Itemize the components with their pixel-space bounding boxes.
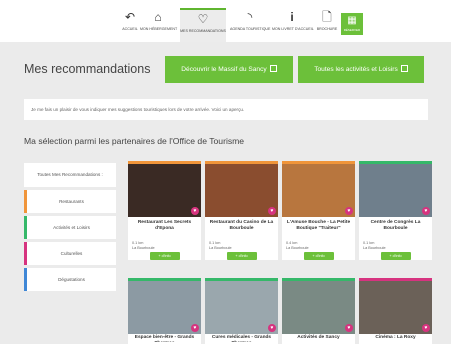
recommendation-card[interactable]: ♥ Cinéma : La Roxy [359,278,432,344]
card-title: L'Amuse Bouche - La Petite Boutique "Tra… [286,220,351,231]
recommendation-card[interactable]: ♥ Espace bien-être - Grands Thermes [128,278,201,344]
heart-icon[interactable]: ♥ [268,207,276,215]
card-location: La Bourboule [209,246,232,250]
card-image: ♥ [205,281,278,334]
section-title: Ma sélection parmi les partenaires de l'… [24,136,245,146]
card-image: ♥ [205,164,278,217]
filter-culturelles[interactable]: Culturelles [24,242,116,265]
heart-icon: ♡ [197,12,209,26]
more-info-button[interactable]: + d'info [303,252,334,260]
card-title: Centre de Congrès La Bourboule [370,220,421,231]
card-title: Cinéma : La Roxy [375,335,416,340]
top-navigation: ↶ Accueil ⌂ Mon hébergement ♡ Mes recomm… [0,0,451,42]
nav-agenda-touristique[interactable]: ◝ Agenda touristique [230,10,270,40]
recommendation-card[interactable]: ♥ Centre de Congrès La Bourboule 0.1 km … [359,161,432,260]
info-icon: i [290,10,294,24]
card-image: ♥ [359,281,432,334]
heart-icon[interactable]: ♥ [422,207,430,215]
more-info-button[interactable]: + d'info [380,252,411,260]
nav-label: Mon livret d'accueil [272,27,314,31]
nav-label: Mon hébergement [140,27,178,31]
card-image: ♥ [359,164,432,217]
recommendation-card[interactable]: ♥ Restaurant du Casino de La Bourboule 0… [205,161,278,260]
heart-icon[interactable]: ♥ [191,324,199,332]
external-link-icon [269,65,277,72]
nav-reserver[interactable]: ▦ Réserver [341,13,363,35]
heart-icon[interactable]: ♥ [345,324,353,332]
card-location: La Bourboule [363,246,386,250]
nav-label: Réserver [343,28,361,32]
card-title: Restaurant Les Secrets d'Epona [137,220,192,231]
nav-brochure[interactable]: 🗋 Brochure [312,10,342,40]
heart-icon[interactable]: ♥ [345,207,353,215]
card-location: La Bourboule [132,246,155,250]
nav-mon-hebergement[interactable]: ⌂ Mon hébergement [140,10,178,40]
external-link-icon [400,65,408,72]
card-title: Activités de Sancy [297,335,340,340]
filter-activites-loisirs[interactable]: Activités et Loisirs [24,216,116,239]
card-image: ♥ [282,281,355,334]
card-image: ♥ [128,281,201,334]
filter-degustations[interactable]: Dégustations [24,268,116,291]
nav-label: Agenda touristique [230,27,271,31]
recommendation-card[interactable]: ♥ L'Amuse Bouche - La Petite Boutique "T… [282,161,355,260]
category-filter: Toutes Mes Recommandations : Restaurants… [24,163,116,295]
card-title: Espace bien-être - Grands Thermes [134,335,195,342]
home-icon: ⌂ [154,10,162,24]
heart-icon[interactable]: ♥ [191,207,199,215]
activites-loisirs-button[interactable]: Toutes les activités et Loisirs [298,56,424,83]
pdf-icon: 🗋 [322,10,332,24]
rss-icon: ◝ [247,10,253,24]
more-info-button[interactable]: + d'info [226,252,257,260]
nav-label: Brochure [316,27,338,31]
button-label: Découvrir le Massif du Sancy [181,66,267,73]
filter-all[interactable]: Toutes Mes Recommandations : [24,163,116,187]
button-label: Toutes les activités et Loisirs [314,66,398,73]
intro-text: Je me fais un plaisir de vous indiquer m… [24,99,428,120]
recommendation-card[interactable]: ♥ Cures médicales - Grands Thermes [205,278,278,344]
card-image: ♥ [128,164,201,217]
nav-label: Mes recommandations [180,29,226,33]
recommendation-card[interactable]: ♥ Restaurant Les Secrets d'Epona 0.1 km … [128,161,201,260]
card-title: Cures médicales - Grands Thermes [211,335,272,342]
filter-restaurants[interactable]: Restaurants [24,190,116,213]
card-location: La Bourboule [286,246,309,250]
heart-icon[interactable]: ♥ [422,324,430,332]
decouvrir-massif-button[interactable]: Découvrir le Massif du Sancy [165,56,293,83]
page-title: Mes recommandations [24,62,151,76]
card-title: Restaurant du Casino de La Bourboule [209,220,274,231]
nav-mes-recommandations[interactable]: ♡ Mes recommandations [180,8,226,42]
card-image: ♥ [282,164,355,217]
heart-icon[interactable]: ♥ [268,324,276,332]
nav-mon-livret[interactable]: i Mon livret d'accueil [272,10,314,40]
calendar-icon: ▦ [347,15,357,26]
recommendation-card[interactable]: ♥ Activités de Sancy [282,278,355,344]
more-info-button[interactable]: + d'info [149,252,180,260]
